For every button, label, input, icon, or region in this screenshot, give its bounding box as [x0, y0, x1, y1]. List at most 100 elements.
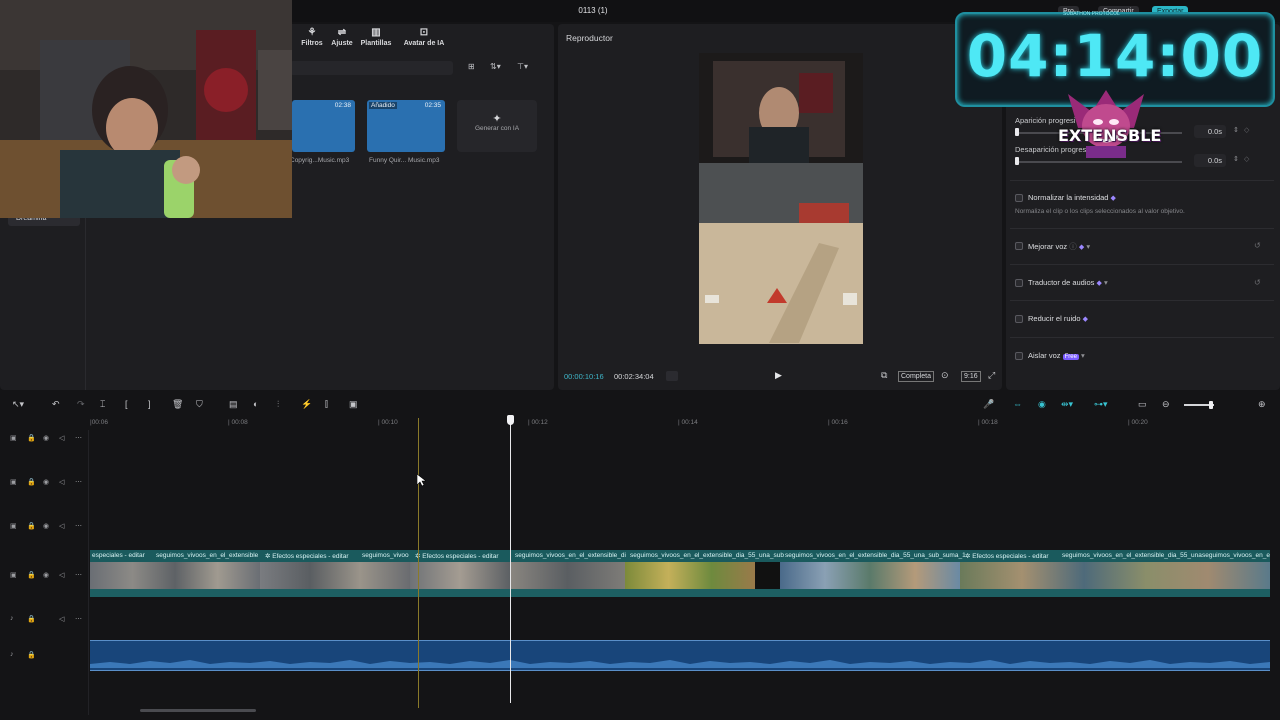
keyframe-icon[interactable]: ◇ [1244, 155, 1249, 163]
reset-icon[interactable]: ↺ [1254, 278, 1261, 287]
more-icon[interactable]: ⋯ [75, 522, 82, 530]
card-duration: 02:38 [334, 102, 351, 109]
keyframe-icon[interactable]: ◇ [1244, 126, 1249, 134]
player-title: Reproductor [566, 33, 613, 43]
eye-icon[interactable]: ◉ [43, 434, 49, 442]
undo-icon[interactable]: ↶ [52, 399, 60, 410]
fullscreen-icon[interactable]: ⤢ [988, 370, 995, 381]
adjust-tool-icon[interactable]: ⫶ [277, 399, 279, 410]
stepper-icon[interactable]: ⇕ [1233, 126, 1239, 134]
lock-icon[interactable]: 🔒 [27, 434, 36, 442]
ruler-label: | 00:08 [228, 419, 248, 426]
preview-axis-icon[interactable]: ⊶▾ [1094, 399, 1108, 410]
zoom-out-icon[interactable]: ⊖ [1162, 399, 1170, 410]
play-button[interactable]: ▶ [775, 370, 787, 382]
volume-icon[interactable]: ◁ [59, 478, 64, 486]
zoom-slider-knob[interactable] [1209, 401, 1213, 409]
volume-icon[interactable]: ◁ [59, 571, 64, 579]
effects-icon: ✲ [265, 553, 271, 560]
screenshot-icon[interactable]: ⊙ [941, 370, 949, 381]
effect-icon[interactable]: ◐ [253, 399, 258, 409]
fade-in-value[interactable]: 0.0s [1194, 125, 1226, 138]
fade-out-slider[interactable] [1016, 161, 1182, 163]
media-search-input[interactable] [290, 61, 453, 75]
delete-icon[interactable]: 🗑 [172, 399, 183, 410]
lock-icon[interactable]: 🔒 [27, 615, 36, 623]
chevron-down-icon[interactable]: ▾ [1086, 242, 1090, 251]
grid-view-icon[interactable]: ⊞ [468, 62, 475, 71]
stepper-icon[interactable]: ⇕ [1233, 155, 1239, 163]
tab-templates[interactable]: ▥ Plantillas [352, 26, 400, 47]
more-icon[interactable]: ⋯ [75, 571, 82, 579]
divider [1010, 337, 1274, 338]
fit-mode-button[interactable]: Completa [898, 371, 934, 382]
filter-icon[interactable]: ⊤▾ [517, 62, 528, 71]
volume-icon[interactable]: ◁ [59, 434, 64, 442]
freeze-icon[interactable]: ▣ [349, 399, 358, 410]
isolate-voice-label: Aislar voz [1028, 351, 1061, 360]
timer-caption: SUBATHON PROTOCOL [1063, 11, 1120, 17]
caption-icon[interactable]: ▭ [1138, 399, 1147, 410]
timeline-horizontal-scrollbar[interactable] [140, 709, 256, 712]
volume-icon[interactable]: ◁ [59, 522, 64, 530]
music-icon: ♪ [10, 651, 14, 658]
microphone-icon[interactable]: 🎤 [983, 399, 994, 410]
lock-icon[interactable]: 🔒 [27, 478, 36, 486]
fade-out-value[interactable]: 0.0s [1194, 154, 1226, 167]
split-icon[interactable]: ⌶ [100, 399, 105, 410]
eye-icon[interactable]: ◉ [43, 478, 49, 486]
fade-out-knob[interactable] [1015, 157, 1019, 165]
isolate-voice-checkbox[interactable] [1015, 352, 1023, 360]
more-icon[interactable]: ⋯ [75, 615, 82, 623]
lock-icon[interactable]: 🔒 [27, 651, 36, 659]
chevron-down-icon[interactable]: ▾ [1081, 351, 1085, 360]
timecode-toggle[interactable] [666, 371, 678, 381]
more-icon[interactable]: ⋯ [75, 434, 82, 442]
generate-ai-button[interactable]: ✦ Generar con IA [457, 100, 537, 152]
playhead-line[interactable] [510, 418, 511, 703]
ruler-label: | 00:20 [1128, 419, 1148, 426]
track-divider [88, 430, 89, 715]
volume-icon[interactable]: ◁ [59, 615, 64, 623]
select-tool-icon[interactable]: ↖▾ [12, 399, 24, 410]
info-icon: ⓘ [1069, 242, 1077, 251]
clip-label: seguimos_vivoos_en_el_extensible_dia_55_… [785, 552, 966, 559]
reduce-noise-checkbox[interactable] [1015, 315, 1023, 323]
project-title: 0113 (1) [578, 6, 608, 15]
media-icon[interactable]: ▤ [229, 399, 238, 410]
aspect-ratio-button[interactable]: 9:16 [961, 371, 981, 382]
enhance-voice-option: Mejorar voz ⓘ ◆ ▾ [1028, 241, 1090, 252]
enhance-voice-checkbox[interactable] [1015, 242, 1023, 250]
trim-right-icon[interactable]: ] [148, 399, 151, 409]
eye-icon[interactable]: ◉ [43, 571, 49, 579]
tab-ai-avatar[interactable]: ⊡ Avatar de IA [394, 26, 454, 47]
playhead-handle[interactable] [507, 415, 514, 425]
clip-label-text: Efectos especiales - editar [422, 553, 499, 560]
translator-checkbox[interactable] [1015, 279, 1023, 287]
sort-icon[interactable]: ⇅▾ [490, 62, 501, 71]
magic-icon[interactable]: ⚡ [301, 399, 312, 410]
fade-in-knob[interactable] [1015, 128, 1019, 136]
media-card-audio-2[interactable]: Añadido 02:35 [367, 100, 445, 152]
current-time: 00:00:10:16 [564, 372, 604, 381]
chevron-down-icon[interactable]: ▾ [1104, 278, 1108, 287]
audio-split-icon[interactable]: ⫿ [325, 399, 328, 410]
reset-icon[interactable]: ↺ [1254, 241, 1261, 250]
zoom-in-icon[interactable]: ⊕ [1258, 399, 1266, 410]
crop-icon[interactable]: ⧉ [881, 370, 887, 381]
lock-icon[interactable]: 🔒 [27, 571, 36, 579]
trim-left-icon[interactable]: [ [125, 399, 128, 409]
magnet-icon[interactable]: ◉ [1038, 399, 1046, 410]
total-time: 00:02:34:04 [614, 372, 654, 381]
media-card-audio-1[interactable]: 02:38 [292, 100, 355, 152]
normalize-checkbox[interactable] [1015, 194, 1023, 202]
redo-icon[interactable]: ↷ [77, 399, 85, 410]
preview-video[interactable] [699, 53, 863, 344]
link-icon[interactable]: ⇔ [1013, 399, 1022, 409]
eye-icon[interactable]: ◉ [43, 522, 49, 530]
mark-icon[interactable]: ⛉ [196, 399, 203, 410]
lock-icon[interactable]: 🔒 [27, 522, 36, 530]
snap-icon[interactable]: ⇹▾ [1061, 399, 1073, 410]
video-clip-strip[interactable] [90, 562, 1270, 589]
more-icon[interactable]: ⋯ [75, 478, 82, 486]
